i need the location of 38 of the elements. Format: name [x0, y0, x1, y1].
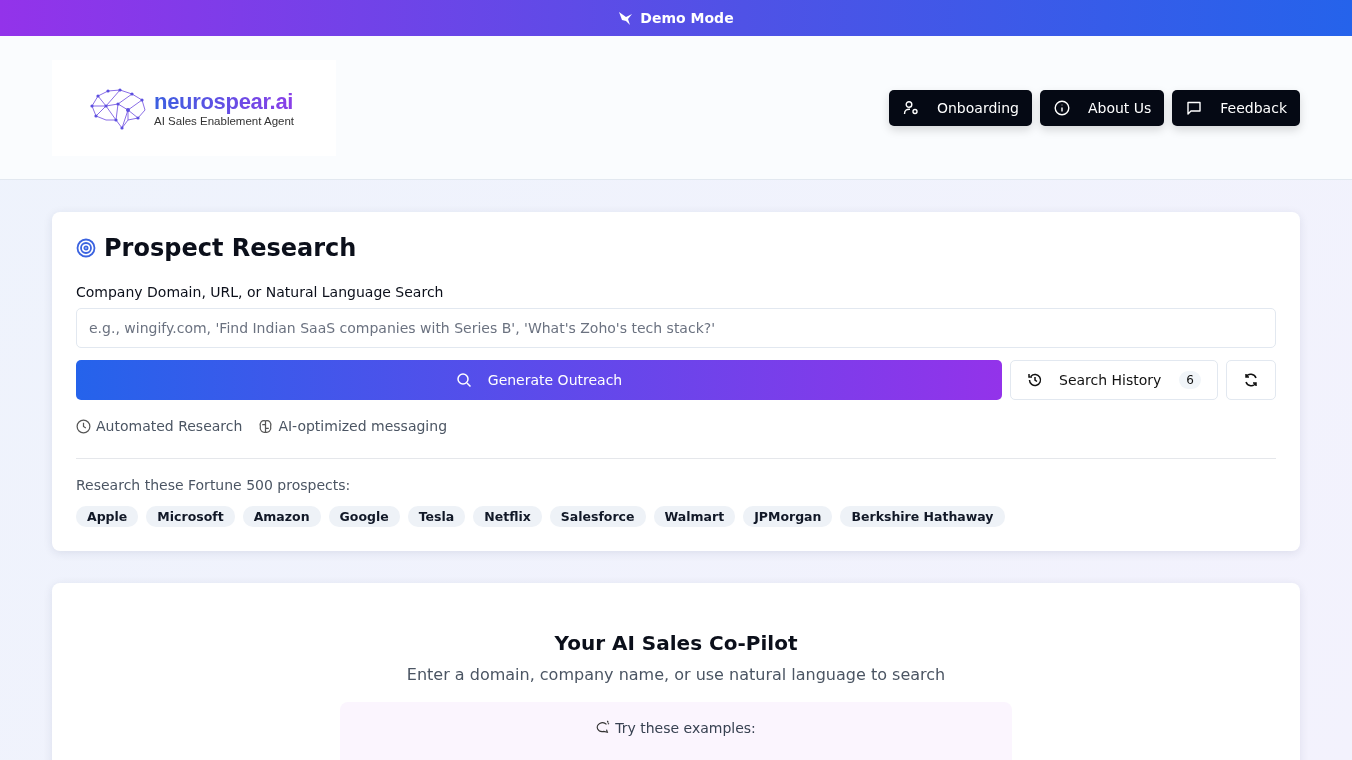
- prospect-chip[interactable]: Salesforce: [549, 506, 646, 527]
- feature-label: AI-optimized messaging: [278, 418, 448, 434]
- copilot-subtitle: Enter a domain, company name, or use natural language to search: [406, 665, 946, 684]
- prospect-chip[interactable]: Apple: [76, 506, 139, 527]
- prospect-chip[interactable]: Walmart: [653, 506, 736, 527]
- section-title: Prospect Research: [104, 234, 357, 262]
- prospects-label: Research these Fortune 500 prospects:: [76, 477, 352, 493]
- prospect-chip[interactable]: JPMorgan: [743, 506, 833, 527]
- bird-icon: [618, 10, 635, 26]
- prospect-chip[interactable]: Amazon: [242, 506, 321, 527]
- user-settings-icon: [902, 99, 919, 116]
- search-icon: [455, 372, 472, 388]
- copilot-title: Your AI Sales Co-Pilot: [554, 631, 798, 655]
- clock-icon: [76, 418, 91, 434]
- brain-icon: [258, 418, 274, 434]
- field-label: Company Domain, URL, or Natural Language Search: [76, 284, 445, 300]
- info-icon: [1053, 99, 1070, 116]
- brand-tagline: AI Sales Enablement Agent: [154, 114, 294, 127]
- refresh-icon: [1243, 372, 1259, 388]
- prospect-chip[interactable]: Microsoft: [146, 506, 235, 527]
- generate-outreach-button[interactable]: Generate Outreach: [76, 360, 1002, 400]
- search-field[interactable]: e.g., wingify.com, 'Find Indian SaaS companies with Series B', 'What's Zoho's tech stack?': [76, 308, 1276, 348]
- target-icon: [76, 238, 96, 258]
- nav-button[interactable]: Onboarding: [888, 89, 1032, 126]
- feature-label: Automated Research: [96, 418, 243, 434]
- prospect-chip[interactable]: Netflix: [473, 506, 542, 527]
- prospect-chip[interactable]: Google: [328, 506, 400, 527]
- nav-button[interactable]: Feedback: [1172, 89, 1300, 126]
- count-badge: 6: [1179, 371, 1201, 389]
- refresh-button[interactable]: [1226, 360, 1276, 400]
- nav-button[interactable]: About Us: [1039, 89, 1165, 126]
- banner-text: Demo Mode: [640, 10, 734, 26]
- prospect-chip[interactable]: Tesla: [407, 506, 466, 527]
- chat-bubble-icon: [1186, 99, 1203, 116]
- search-history-button[interactable]: Search History 6: [1010, 360, 1218, 400]
- prospect-chip[interactable]: Berkshire Hathaway: [840, 506, 1005, 527]
- history-icon: [1027, 372, 1043, 388]
- examples-label: Try these examples:: [615, 720, 756, 736]
